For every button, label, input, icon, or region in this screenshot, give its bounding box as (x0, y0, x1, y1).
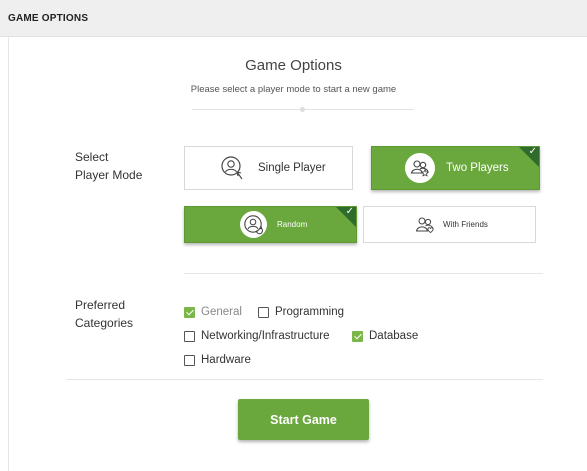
category-database-label: Database (369, 330, 419, 342)
footer-divider (66, 379, 543, 380)
start-game-button[interactable]: Start Game (238, 399, 369, 440)
random-icon (240, 211, 267, 238)
with-friends-icon (415, 215, 437, 235)
checkbox-general[interactable] (184, 306, 195, 318)
category-general[interactable]: General (184, 306, 242, 318)
category-programming-label: Programming (275, 306, 345, 318)
page-title: Game Options (245, 57, 342, 74)
two-players-label: Two Players (446, 162, 509, 174)
checkbox-programming[interactable] (258, 306, 269, 318)
two-players-icon (405, 153, 435, 183)
header-bar: GAME OPTIONS (0, 0, 587, 37)
check-icon: ✓ (528, 146, 537, 157)
with-friends-label: With Friends (443, 220, 488, 229)
two-players-option[interactable]: Two Players ✓ (371, 146, 540, 190)
header-title: GAME OPTIONS (8, 13, 89, 24)
category-general-label: General (201, 306, 242, 318)
category-programming[interactable]: Programming (258, 306, 344, 318)
player-mode-label-line2: Player Mode (75, 168, 143, 182)
checkbox-database[interactable] (352, 330, 363, 342)
player-mode-label-line1: Select (75, 150, 109, 164)
checkbox-hardware[interactable] (184, 354, 195, 366)
categories-label-line1: Preferred (75, 298, 126, 312)
categories-label: Preferred Categories (75, 296, 133, 332)
single-player-label: Single Player (258, 162, 326, 174)
categories-label-line2: Categories (75, 316, 134, 330)
checkbox-networking[interactable] (184, 330, 195, 342)
category-networking[interactable]: Networking/Infrastructure (184, 330, 329, 342)
random-label: Random (277, 220, 308, 229)
with-friends-option[interactable]: With Friends (363, 206, 536, 243)
player-mode-label: Select Player Mode (75, 148, 142, 184)
category-hardware[interactable]: Hardware (184, 354, 251, 366)
category-database[interactable]: Database (352, 330, 418, 342)
category-networking-label: Networking/Infrastructure (201, 330, 330, 342)
check-icon: ✓ (345, 206, 354, 217)
title-divider (192, 107, 414, 112)
category-hardware-label: Hardware (201, 354, 251, 366)
section-divider (184, 273, 543, 274)
panel-border (8, 37, 9, 471)
single-player-option[interactable]: Single Player (184, 146, 353, 190)
page-subtitle: Please select a player mode to start a n… (190, 84, 397, 95)
single-player-icon (220, 155, 246, 181)
random-option[interactable]: Random ✓ (184, 206, 357, 243)
